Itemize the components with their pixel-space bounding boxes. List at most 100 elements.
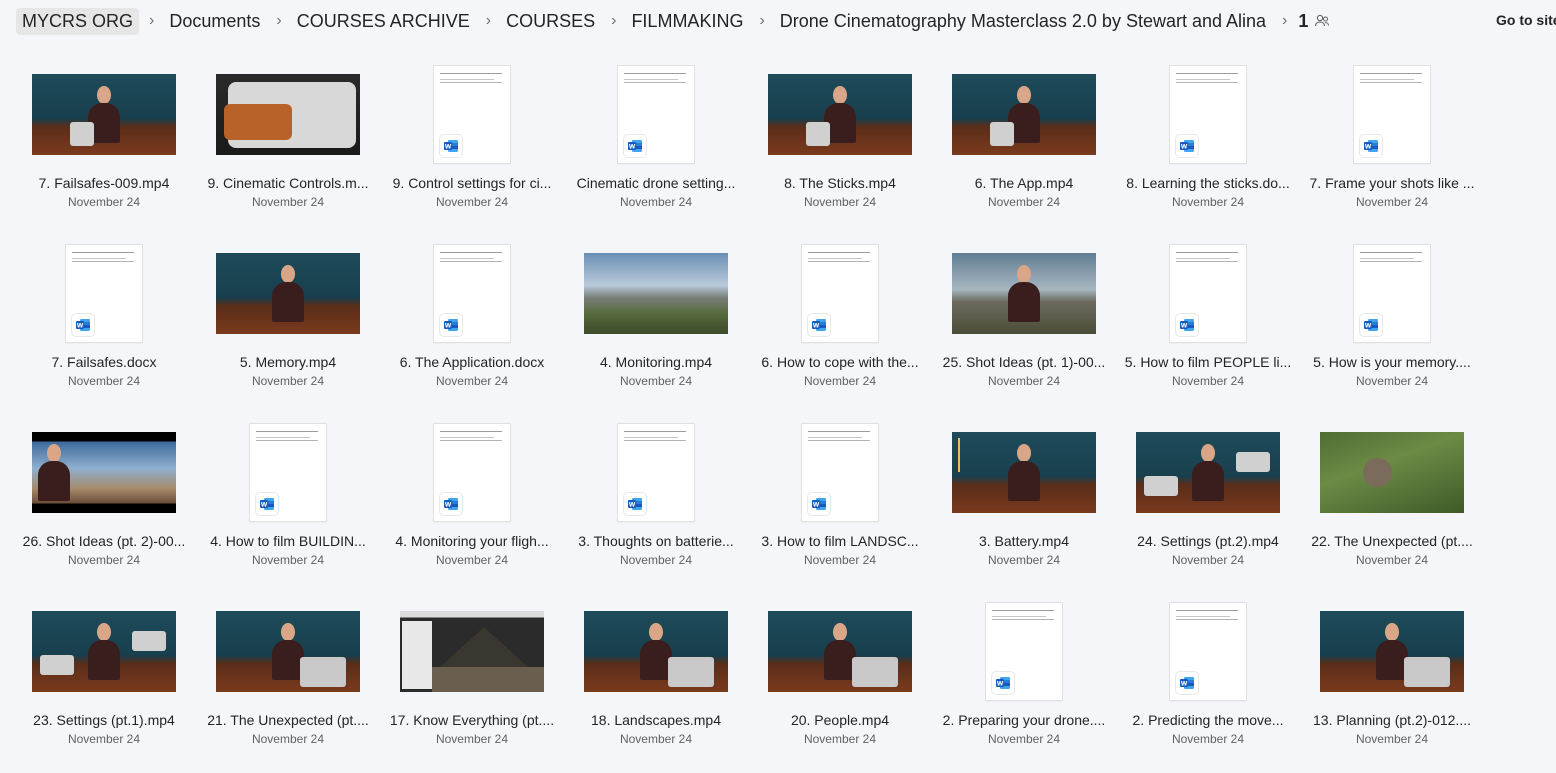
file-thumbnail[interactable]	[1320, 416, 1464, 528]
word-file-tile[interactable]: W 5. How to film PEOPLE li... November 24	[1116, 237, 1300, 407]
word-file-tile[interactable]: W 6. How to cope with the... November 24	[748, 237, 932, 407]
file-thumbnail[interactable]: W	[1136, 595, 1280, 707]
file-thumbnail[interactable]	[768, 58, 912, 170]
file-name[interactable]: 9. Cinematic Controls.m...	[196, 175, 380, 191]
file-thumbnail[interactable]	[952, 416, 1096, 528]
video-file-tile[interactable]: 21. The Unexpected (pt.... November 24	[196, 595, 380, 765]
file-name[interactable]: 6. The App.mp4	[932, 175, 1116, 191]
video-file-tile[interactable]: 3. Battery.mp4 November 24	[932, 416, 1116, 586]
file-thumbnail[interactable]	[216, 58, 360, 170]
file-thumbnail[interactable]: W	[768, 237, 912, 349]
file-name[interactable]: 26. Shot Ideas (pt. 2)-00...	[12, 533, 196, 549]
breadcrumb-item[interactable]: Documents	[163, 8, 266, 35]
breadcrumb-item[interactable]: COURSES	[500, 8, 601, 35]
member-count[interactable]: 1	[1298, 11, 1308, 32]
word-file-tile[interactable]: W 2. Preparing your drone.... November 24	[932, 595, 1116, 765]
file-name[interactable]: 2. Predicting the move...	[1116, 712, 1300, 728]
word-file-tile[interactable]: W 7. Frame your shots like ... November 24	[1300, 58, 1484, 228]
file-thumbnail[interactable]: W	[768, 416, 912, 528]
file-thumbnail[interactable]	[584, 237, 728, 349]
file-name[interactable]: 3. Thoughts on batterie...	[564, 533, 748, 549]
file-name[interactable]: 7. Failsafes.docx	[12, 354, 196, 370]
file-thumbnail[interactable]: W	[1320, 58, 1464, 170]
file-thumbnail[interactable]: W	[216, 416, 360, 528]
file-name[interactable]: 22. The Unexpected (pt....	[1300, 533, 1484, 549]
file-name[interactable]: 6. How to cope with the...	[748, 354, 932, 370]
file-thumbnail[interactable]: W	[1136, 237, 1280, 349]
file-thumbnail[interactable]: W	[1136, 58, 1280, 170]
video-file-tile[interactable]: 23. Settings (pt.1).mp4 November 24	[12, 595, 196, 765]
file-name[interactable]: 20. People.mp4	[748, 712, 932, 728]
file-name[interactable]: 3. Battery.mp4	[932, 533, 1116, 549]
file-thumbnail[interactable]: W	[1320, 237, 1464, 349]
breadcrumb-item[interactable]: Drone Cinematography Masterclass 2.0 by …	[774, 8, 1272, 35]
file-thumbnail[interactable]	[768, 595, 912, 707]
word-file-tile[interactable]: W Cinematic drone setting... November 24	[564, 58, 748, 228]
file-name[interactable]: 17. Know Everything (pt....	[380, 712, 564, 728]
file-thumbnail[interactable]: W	[400, 58, 544, 170]
word-file-tile[interactable]: W 5. How is your memory.... November 24	[1300, 237, 1484, 407]
video-file-tile[interactable]: 24. Settings (pt.2).mp4 November 24	[1116, 416, 1300, 586]
file-name[interactable]: 4. Monitoring your fligh...	[380, 533, 564, 549]
file-thumbnail[interactable]	[32, 58, 176, 170]
file-name[interactable]: 23. Settings (pt.1).mp4	[12, 712, 196, 728]
word-file-tile[interactable]: W 3. How to film LANDSC... November 24	[748, 416, 932, 586]
file-name[interactable]: 24. Settings (pt.2).mp4	[1116, 533, 1300, 549]
file-thumbnail[interactable]	[1320, 595, 1464, 707]
breadcrumb-item[interactable]: MYCRS ORG	[16, 7, 140, 35]
breadcrumb-item[interactable]: FILMMAKING	[625, 8, 749, 35]
video-file-tile[interactable]: 5. Memory.mp4 November 24	[196, 237, 380, 407]
file-thumbnail[interactable]: W	[32, 237, 176, 349]
file-thumbnail[interactable]	[1136, 416, 1280, 528]
file-name[interactable]: Cinematic drone setting...	[564, 175, 748, 191]
video-file-tile[interactable]: 25. Shot Ideas (pt. 1)-00... November 24	[932, 237, 1116, 407]
video-file-tile[interactable]: 4. Monitoring.mp4 November 24	[564, 237, 748, 407]
file-name[interactable]: 8. Learning the sticks.do...	[1116, 175, 1300, 191]
word-file-tile[interactable]: W 9. Control settings for ci... November 2…	[380, 58, 564, 228]
word-file-tile[interactable]: W 3. Thoughts on batterie... November 24	[564, 416, 748, 586]
video-file-tile[interactable]: 20. People.mp4 November 24	[748, 595, 932, 765]
file-thumbnail[interactable]	[584, 595, 728, 707]
video-file-tile[interactable]: 7. Failsafes-009.mp4 November 24	[12, 58, 196, 228]
go-to-site-link[interactable]: Go to site	[1496, 12, 1556, 28]
file-thumbnail[interactable]	[32, 595, 176, 707]
video-file-tile[interactable]: 22. The Unexpected (pt.... November 24	[1300, 416, 1484, 586]
file-name[interactable]: 21. The Unexpected (pt....	[196, 712, 380, 728]
file-name[interactable]: 4. Monitoring.mp4	[564, 354, 748, 370]
file-name[interactable]: 9. Control settings for ci...	[380, 175, 564, 191]
file-name[interactable]: 2. Preparing your drone....	[932, 712, 1116, 728]
file-name[interactable]: 7. Failsafes-009.mp4	[12, 175, 196, 191]
word-file-tile[interactable]: W 2. Predicting the move... November 24	[1116, 595, 1300, 765]
file-name[interactable]: 5. How to film PEOPLE li...	[1116, 354, 1300, 370]
word-file-tile[interactable]: W 4. Monitoring your fligh... November 24	[380, 416, 564, 586]
file-name[interactable]: 3. How to film LANDSC...	[748, 533, 932, 549]
file-thumbnail[interactable]: W	[584, 416, 728, 528]
video-file-tile[interactable]: 26. Shot Ideas (pt. 2)-00... November 24	[12, 416, 196, 586]
video-file-tile[interactable]: 6. The App.mp4 November 24	[932, 58, 1116, 228]
file-name[interactable]: 4. How to film BUILDIN...	[196, 533, 380, 549]
word-file-tile[interactable]: W 6. The Application.docx November 24	[380, 237, 564, 407]
file-thumbnail[interactable]: W	[952, 595, 1096, 707]
people-icon[interactable]	[1314, 13, 1330, 29]
file-thumbnail[interactable]: W	[400, 237, 544, 349]
video-file-tile[interactable]: 17. Know Everything (pt.... November 24	[380, 595, 564, 765]
file-thumbnail[interactable]: W	[584, 58, 728, 170]
file-name[interactable]: 6. The Application.docx	[380, 354, 564, 370]
file-thumbnail[interactable]	[32, 416, 176, 528]
file-thumbnail[interactable]	[216, 237, 360, 349]
word-file-tile[interactable]: W 8. Learning the sticks.do... November 24	[1116, 58, 1300, 228]
file-name[interactable]: 18. Landscapes.mp4	[564, 712, 748, 728]
file-name[interactable]: 8. The Sticks.mp4	[748, 175, 932, 191]
file-thumbnail[interactable]	[952, 58, 1096, 170]
file-thumbnail[interactable]	[400, 595, 544, 707]
word-file-tile[interactable]: W 4. How to film BUILDIN... November 24	[196, 416, 380, 586]
file-thumbnail[interactable]: W	[400, 416, 544, 528]
file-name[interactable]: 5. How is your memory....	[1300, 354, 1484, 370]
file-thumbnail[interactable]	[952, 237, 1096, 349]
video-file-tile[interactable]: 8. The Sticks.mp4 November 24	[748, 58, 932, 228]
breadcrumb-item[interactable]: COURSES ARCHIVE	[291, 8, 476, 35]
file-name[interactable]: 25. Shot Ideas (pt. 1)-00...	[932, 354, 1116, 370]
video-file-tile[interactable]: 9. Cinematic Controls.m... November 24	[196, 58, 380, 228]
word-file-tile[interactable]: W 7. Failsafes.docx November 24	[12, 237, 196, 407]
file-thumbnail[interactable]	[216, 595, 360, 707]
